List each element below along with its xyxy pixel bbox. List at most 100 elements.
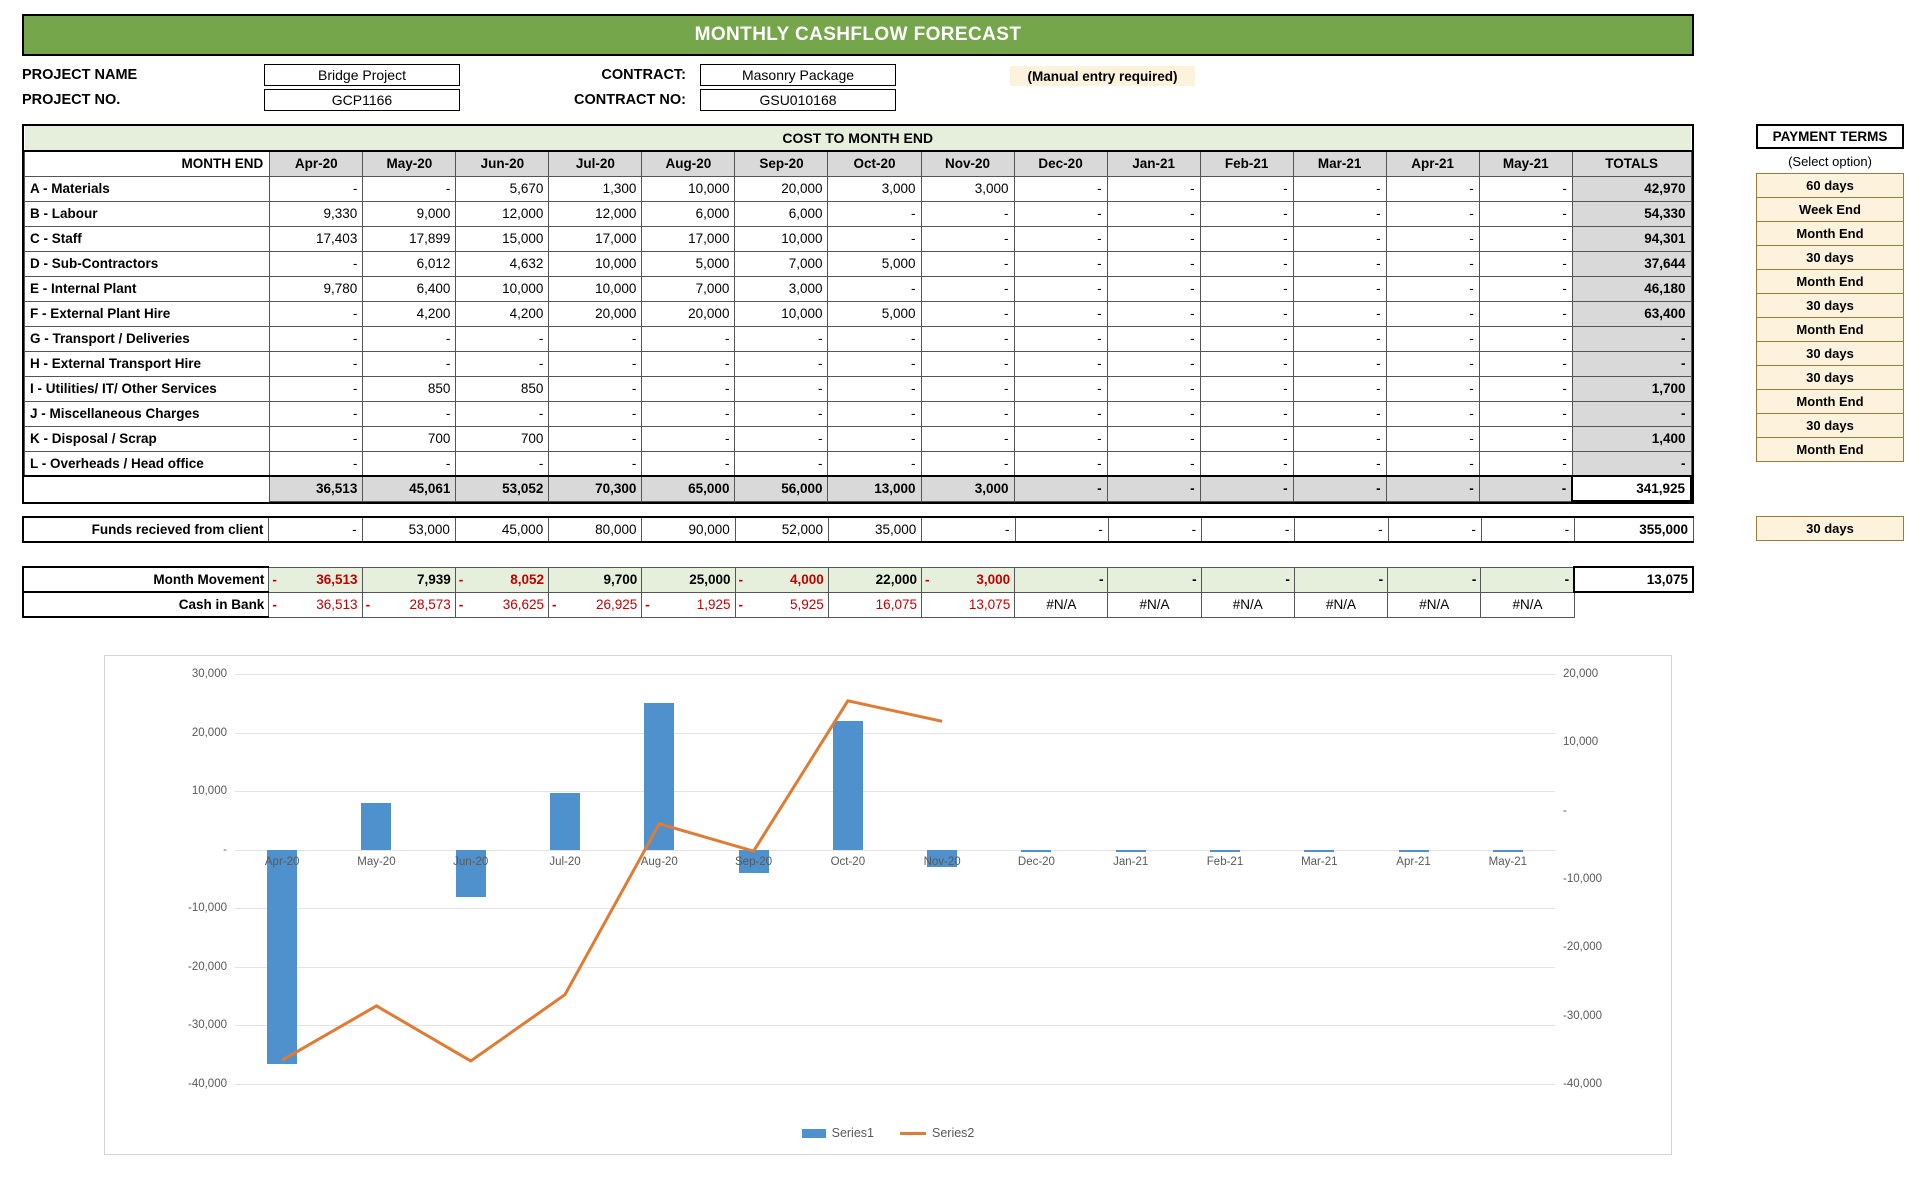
- cost-cell[interactable]: -: [1385, 450, 1480, 477]
- contract-no-value[interactable]: GSU010168: [700, 89, 896, 111]
- cost-cell[interactable]: -: [1478, 375, 1573, 402]
- cost-cell[interactable]: -: [1106, 350, 1201, 377]
- cost-cell[interactable]: 6,000: [641, 200, 736, 227]
- cost-cell[interactable]: -: [1292, 200, 1387, 227]
- cost-cell[interactable]: -: [1199, 350, 1294, 377]
- cost-cell[interactable]: -: [920, 200, 1015, 227]
- payment-term-option-9[interactable]: Month End: [1756, 389, 1904, 414]
- cost-cell[interactable]: -: [269, 425, 364, 452]
- cost-cell[interactable]: -: [920, 350, 1015, 377]
- cost-cell[interactable]: -: [1478, 450, 1573, 477]
- cost-cell[interactable]: -: [1478, 275, 1573, 302]
- cost-cell[interactable]: -: [1106, 450, 1201, 477]
- cost-cell[interactable]: -: [1199, 325, 1294, 352]
- cost-cell[interactable]: -: [548, 400, 643, 427]
- cost-cell[interactable]: -: [1385, 375, 1480, 402]
- cost-cell[interactable]: -: [1478, 225, 1573, 252]
- cost-cell[interactable]: -: [920, 300, 1015, 327]
- cost-cell[interactable]: -: [1013, 225, 1108, 252]
- cost-cell[interactable]: -: [1013, 275, 1108, 302]
- cost-cell[interactable]: -: [734, 325, 829, 352]
- funds-cell[interactable]: 35,000: [827, 516, 923, 543]
- project-name-value[interactable]: Bridge Project: [264, 64, 460, 86]
- funds-cell[interactable]: -: [1014, 516, 1109, 543]
- cost-cell[interactable]: -: [1106, 300, 1201, 327]
- cost-cell[interactable]: 7,000: [734, 250, 829, 277]
- cost-cell[interactable]: -: [1106, 425, 1201, 452]
- cost-cell[interactable]: -: [1013, 375, 1108, 402]
- cost-cell[interactable]: -: [1385, 325, 1480, 352]
- cost-cell[interactable]: -: [1199, 200, 1294, 227]
- funds-cell[interactable]: -: [921, 516, 1016, 543]
- cost-cell[interactable]: -: [1106, 325, 1201, 352]
- cost-cell[interactable]: -: [362, 175, 457, 202]
- cost-cell[interactable]: -: [1199, 300, 1294, 327]
- funds-cell[interactable]: 90,000: [641, 516, 736, 543]
- legend-item-series2[interactable]: Series2: [900, 1126, 974, 1140]
- cost-cell[interactable]: -: [1199, 225, 1294, 252]
- cost-cell[interactable]: 10,000: [734, 225, 829, 252]
- cost-cell[interactable]: -: [1013, 250, 1108, 277]
- cost-cell[interactable]: -: [269, 450, 364, 477]
- cost-cell[interactable]: -: [641, 400, 736, 427]
- cost-cell[interactable]: -: [1385, 200, 1480, 227]
- cost-cell[interactable]: -: [1385, 425, 1480, 452]
- cost-cell[interactable]: -: [920, 225, 1015, 252]
- cost-cell[interactable]: 5,000: [827, 300, 922, 327]
- cost-cell[interactable]: -: [1478, 425, 1573, 452]
- cost-cell[interactable]: 700: [362, 425, 457, 452]
- funds-cell[interactable]: 80,000: [548, 516, 643, 543]
- cost-cell[interactable]: -: [1199, 250, 1294, 277]
- cost-cell[interactable]: -: [920, 375, 1015, 402]
- cost-cell[interactable]: -: [641, 325, 736, 352]
- cost-cell[interactable]: -: [1106, 250, 1201, 277]
- cost-cell[interactable]: -: [1478, 250, 1573, 277]
- cost-cell[interactable]: -: [269, 350, 364, 377]
- cost-cell[interactable]: -: [1478, 325, 1573, 352]
- funds-cell[interactable]: 52,000: [734, 516, 830, 543]
- cost-cell[interactable]: 6,000: [734, 200, 829, 227]
- payment-term-option-0[interactable]: 60 days: [1756, 173, 1904, 198]
- project-no-value[interactable]: GCP1166: [264, 89, 460, 111]
- cost-cell[interactable]: -: [1199, 425, 1294, 452]
- cost-cell[interactable]: -: [734, 450, 829, 477]
- cost-cell[interactable]: -: [920, 325, 1015, 352]
- cost-cell[interactable]: 20,000: [548, 300, 643, 327]
- cost-cell[interactable]: -: [1106, 200, 1201, 227]
- cost-cell[interactable]: 15,000: [455, 225, 550, 252]
- cost-cell[interactable]: -: [1385, 275, 1480, 302]
- cost-cell[interactable]: -: [1292, 225, 1387, 252]
- cost-cell[interactable]: -: [1292, 275, 1387, 302]
- cost-cell[interactable]: 5,000: [827, 250, 922, 277]
- cost-cell[interactable]: -: [827, 450, 922, 477]
- cost-cell[interactable]: 850: [362, 375, 457, 402]
- cost-cell[interactable]: 4,632: [455, 250, 550, 277]
- cost-cell[interactable]: 10,000: [548, 275, 643, 302]
- cost-cell[interactable]: 9,000: [362, 200, 457, 227]
- payment-term-option-3[interactable]: 30 days: [1756, 245, 1904, 270]
- cost-cell[interactable]: -: [1478, 300, 1573, 327]
- cost-cell[interactable]: -: [1199, 400, 1294, 427]
- cost-cell[interactable]: 17,403: [269, 225, 364, 252]
- cost-cell[interactable]: -: [641, 375, 736, 402]
- cost-cell[interactable]: -: [1292, 350, 1387, 377]
- cost-cell[interactable]: -: [1199, 275, 1294, 302]
- cost-cell[interactable]: -: [1292, 175, 1387, 202]
- cost-cell[interactable]: -: [1385, 225, 1480, 252]
- legend-item-series1[interactable]: Series1: [801, 1126, 874, 1140]
- cost-cell[interactable]: 5,670: [455, 175, 550, 202]
- cost-cell[interactable]: 700: [455, 425, 550, 452]
- cost-cell[interactable]: -: [1013, 300, 1108, 327]
- cost-cell[interactable]: -: [827, 425, 922, 452]
- cost-cell[interactable]: -: [1106, 275, 1201, 302]
- cost-cell[interactable]: -: [1199, 175, 1294, 202]
- cost-cell[interactable]: -: [1013, 400, 1108, 427]
- payment-term-option-10[interactable]: 30 days: [1756, 413, 1904, 438]
- cost-cell[interactable]: -: [269, 175, 364, 202]
- cost-cell[interactable]: -: [734, 400, 829, 427]
- cost-cell[interactable]: -: [1199, 450, 1294, 477]
- contract-value[interactable]: Masonry Package: [700, 64, 896, 86]
- cost-cell[interactable]: 6,012: [362, 250, 457, 277]
- payment-term-option-7[interactable]: 30 days: [1756, 341, 1904, 366]
- cost-cell[interactable]: 17,000: [548, 225, 643, 252]
